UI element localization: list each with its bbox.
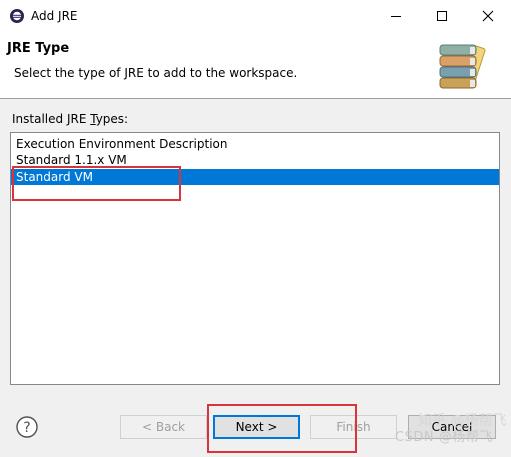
jre-types-list[interactable]: Execution Environment Description Standa… <box>10 132 500 385</box>
close-button[interactable] <box>465 0 511 32</box>
finish-button[interactable]: Finish <box>310 415 397 439</box>
minimize-icon <box>391 16 401 17</box>
maximize-button[interactable] <box>419 0 465 32</box>
list-item-standard-vm[interactable]: Standard VM <box>11 169 499 185</box>
window-title: Add JRE <box>31 9 78 23</box>
eclipse-icon <box>10 9 24 23</box>
back-button[interactable]: < Back <box>120 415 207 439</box>
next-button[interactable]: Next > <box>213 415 300 439</box>
minimize-button[interactable] <box>373 0 419 32</box>
list-item-standard-1-1-x-vm[interactable]: Standard 1.1.x VM <box>11 152 499 168</box>
maximize-icon <box>437 11 447 21</box>
installed-jre-types-label: Installed JRE Types: <box>12 112 129 126</box>
svg-text:?: ? <box>23 420 30 436</box>
csdn-watermark: CSDN @杨帮飞 <box>395 430 493 445</box>
wizard-content: Installed JRE Types: Execution Environme… <box>0 99 511 392</box>
list-item-execution-environment[interactable]: Execution Environment Description <box>11 136 499 152</box>
help-icon[interactable]: ? <box>15 415 39 439</box>
title-bar: Add JRE <box>0 0 511 32</box>
page-title: JRE Type <box>7 41 70 56</box>
page-description: Select the type of JRE to add to the wor… <box>14 66 298 80</box>
close-icon <box>482 10 494 22</box>
wizard-banner: JRE Type Select the type of JRE to add t… <box>0 32 511 98</box>
jre-books-icon <box>439 44 486 89</box>
